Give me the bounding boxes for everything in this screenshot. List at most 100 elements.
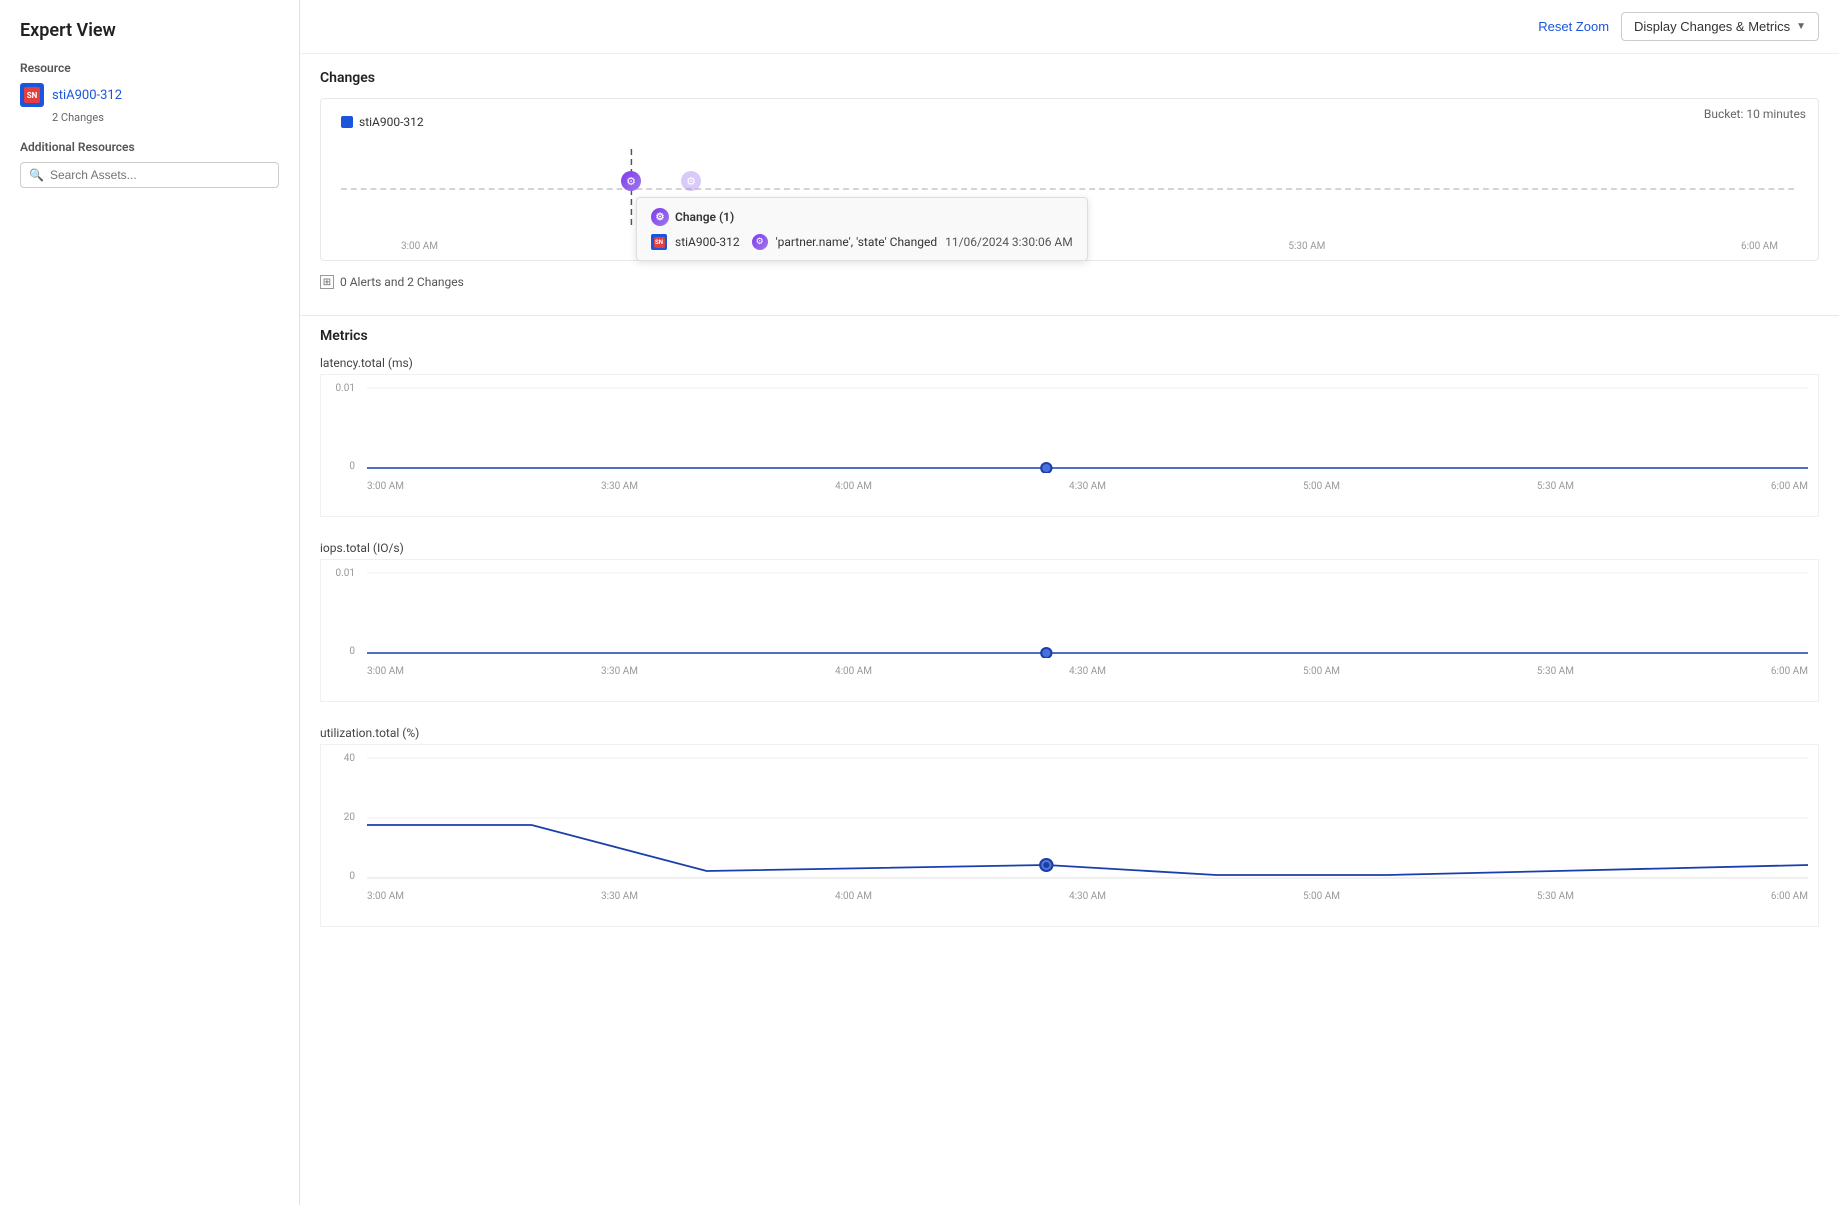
page-title: Expert View [20, 20, 279, 41]
util-x-3: 4:30 AM [1069, 891, 1106, 902]
iops-y-bottom: 0 [331, 646, 359, 657]
changes-chart: Bucket: 10 minutes stiA900-312 [320, 98, 1819, 261]
iops-svg [367, 568, 1808, 658]
metrics-section-title: Metrics [320, 328, 1819, 344]
iops-x-axis: 3:00 AM 3:30 AM 4:00 AM 4:30 AM 5:00 AM … [367, 662, 1808, 677]
iops-x-1: 3:30 AM [601, 666, 638, 677]
resource-icon-inner: SN [24, 87, 40, 103]
display-changes-metrics-button[interactable]: Display Changes & Metrics ▼ [1621, 12, 1819, 41]
search-assets-box[interactable]: 🔍 [20, 162, 279, 188]
iops-chart-content: 0.01 0 3:00 AM [331, 568, 1808, 677]
sidebar: Expert View Resource SN stiA900-312 2 Ch… [0, 0, 300, 1205]
util-x-5: 5:30 AM [1537, 891, 1574, 902]
latency-x-2: 4:00 AM [835, 481, 872, 492]
utilization-chart-inner: 3:00 AM 3:30 AM 4:00 AM 4:30 AM 5:00 AM … [367, 753, 1808, 902]
change-icon-1[interactable]: ⚙ [621, 171, 641, 191]
latency-y-top: 0.01 [331, 383, 359, 394]
search-input[interactable] [50, 168, 270, 182]
iops-x-2: 4:00 AM [835, 666, 872, 677]
latency-x-0: 3:00 AM [367, 481, 404, 492]
utilization-x-axis: 3:00 AM 3:30 AM 4:00 AM 4:30 AM 5:00 AM … [367, 887, 1808, 902]
utilization-chart-content: 40 20 0 [331, 753, 1808, 902]
iops-x-5: 5:30 AM [1537, 666, 1574, 677]
tooltip-change-type-icon: ⚙ [752, 234, 768, 250]
util-x-4: 5:00 AM [1303, 891, 1340, 902]
changes-section-title: Changes [320, 70, 1819, 86]
latency-y-bottom: 0 [331, 461, 359, 472]
divider-1 [300, 315, 1839, 316]
util-x-1: 3:30 AM [601, 891, 638, 902]
utilization-chart-area: 40 20 0 [320, 744, 1819, 927]
latency-chart-area: 0.01 0 [320, 374, 1819, 517]
alert-summary: ⊞ 0 Alerts and 2 Changes [320, 269, 1819, 295]
additional-resources-label: Additional Resources [20, 140, 279, 154]
resource-name[interactable]: stiA900-312 [52, 88, 122, 103]
tooltip-timestamp: 11/06/2024 3:30:06 AM [945, 235, 1073, 249]
iops-x-4: 5:00 AM [1303, 666, 1340, 677]
tooltip-change-text: 'partner.name', 'state' Changed [776, 235, 937, 249]
resource-changes: 2 Changes [52, 111, 279, 124]
x-label-530: 5:30 AM [1288, 241, 1325, 252]
bucket-label: Bucket: 10 minutes [1704, 107, 1806, 121]
utilization-y-top: 40 [331, 753, 359, 764]
latency-x-axis: 3:00 AM 3:30 AM 4:00 AM 4:30 AM 5:00 AM … [367, 477, 1808, 492]
additional-resources-section: Additional Resources 🔍 [20, 140, 279, 188]
iops-x-6: 6:00 AM [1771, 666, 1808, 677]
latency-x-5: 5:30 AM [1537, 481, 1574, 492]
x-label-300: 3:00 AM [401, 241, 438, 252]
latency-chart-inner: 3:00 AM 3:30 AM 4:00 AM 4:30 AM 5:00 AM … [367, 383, 1808, 492]
change-tooltip: ⚙ Change (1) SN stiA900-312 ⚙ 'partner.n… [636, 197, 1088, 261]
change-icon-inner-1: ⚙ [621, 171, 641, 191]
util-x-6: 6:00 AM [1771, 891, 1808, 902]
reset-zoom-button[interactable]: Reset Zoom [1538, 19, 1609, 34]
iops-x-3: 4:30 AM [1069, 666, 1106, 677]
util-x-2: 4:00 AM [835, 891, 872, 902]
latency-x-1: 3:30 AM [601, 481, 638, 492]
display-btn-label: Display Changes & Metrics [1634, 19, 1790, 34]
alert-summary-text: 0 Alerts and 2 Changes [340, 275, 464, 289]
iops-y-top: 0.01 [331, 568, 359, 579]
latency-svg [367, 383, 1808, 473]
utilization-y-axis: 40 20 0 [331, 753, 359, 902]
iops-title: iops.total (IO/s) [320, 541, 1819, 555]
utilization-chart: utilization.total (%) 40 20 0 [320, 726, 1819, 927]
latency-chart: latency.total (ms) 0.01 0 [320, 356, 1819, 517]
tooltip-resource-icon: SN [651, 234, 667, 250]
search-icon: 🔍 [29, 168, 44, 182]
chevron-down-icon: ▼ [1796, 21, 1806, 32]
legend-color-box [341, 116, 353, 128]
utilization-svg [367, 753, 1808, 883]
change-icon-inner-2: ⚙ [681, 171, 701, 191]
iops-y-axis: 0.01 0 [331, 568, 359, 677]
resource-section-label: Resource [20, 61, 279, 75]
x-label-600: 6:00 AM [1741, 241, 1778, 252]
resource-item[interactable]: SN stiA900-312 [20, 83, 279, 107]
latency-chart-content: 0.01 0 [331, 383, 1808, 492]
changes-chart-svg-wrapper: ⚙ ⚙ ⚙ Change (1) SN [341, 149, 1798, 252]
utilization-title: utilization.total (%) [320, 726, 1819, 740]
tooltip-row: SN stiA900-312 ⚙ 'partner.name', 'state'… [651, 234, 1073, 250]
latency-title: latency.total (ms) [320, 356, 1819, 370]
metrics-section: Metrics latency.total (ms) 0.01 0 [300, 328, 1839, 971]
tooltip-title: ⚙ Change (1) [651, 208, 1073, 226]
expand-icon[interactable]: ⊞ [320, 275, 334, 289]
iops-chart-area: 0.01 0 3:00 AM [320, 559, 1819, 702]
latency-x-4: 5:00 AM [1303, 481, 1340, 492]
iops-chart-inner: 3:00 AM 3:30 AM 4:00 AM 4:30 AM 5:00 AM … [367, 568, 1808, 677]
iops-x-0: 3:00 AM [367, 666, 404, 677]
top-bar: Reset Zoom Display Changes & Metrics ▼ [300, 0, 1839, 54]
resource-icon-outer: SN [20, 83, 44, 107]
changes-section: Changes Bucket: 10 minutes stiA900-312 [300, 54, 1839, 311]
change-icon-2[interactable]: ⚙ [681, 171, 701, 191]
main-content: Reset Zoom Display Changes & Metrics ▼ C… [300, 0, 1839, 1205]
util-x-0: 3:00 AM [367, 891, 404, 902]
utilization-y-mid: 20 [331, 812, 359, 823]
tooltip-change-icon: ⚙ [651, 208, 669, 226]
latency-x-6: 6:00 AM [1771, 481, 1808, 492]
latency-y-axis: 0.01 0 [331, 383, 359, 492]
latency-x-3: 4:30 AM [1069, 481, 1106, 492]
legend-resource-name: stiA900-312 [359, 115, 424, 129]
tooltip-resource-icon-inner: SN [654, 237, 665, 248]
tooltip-resource-name: stiA900-312 [675, 235, 740, 249]
utilization-y-bottom: 0 [331, 871, 359, 882]
